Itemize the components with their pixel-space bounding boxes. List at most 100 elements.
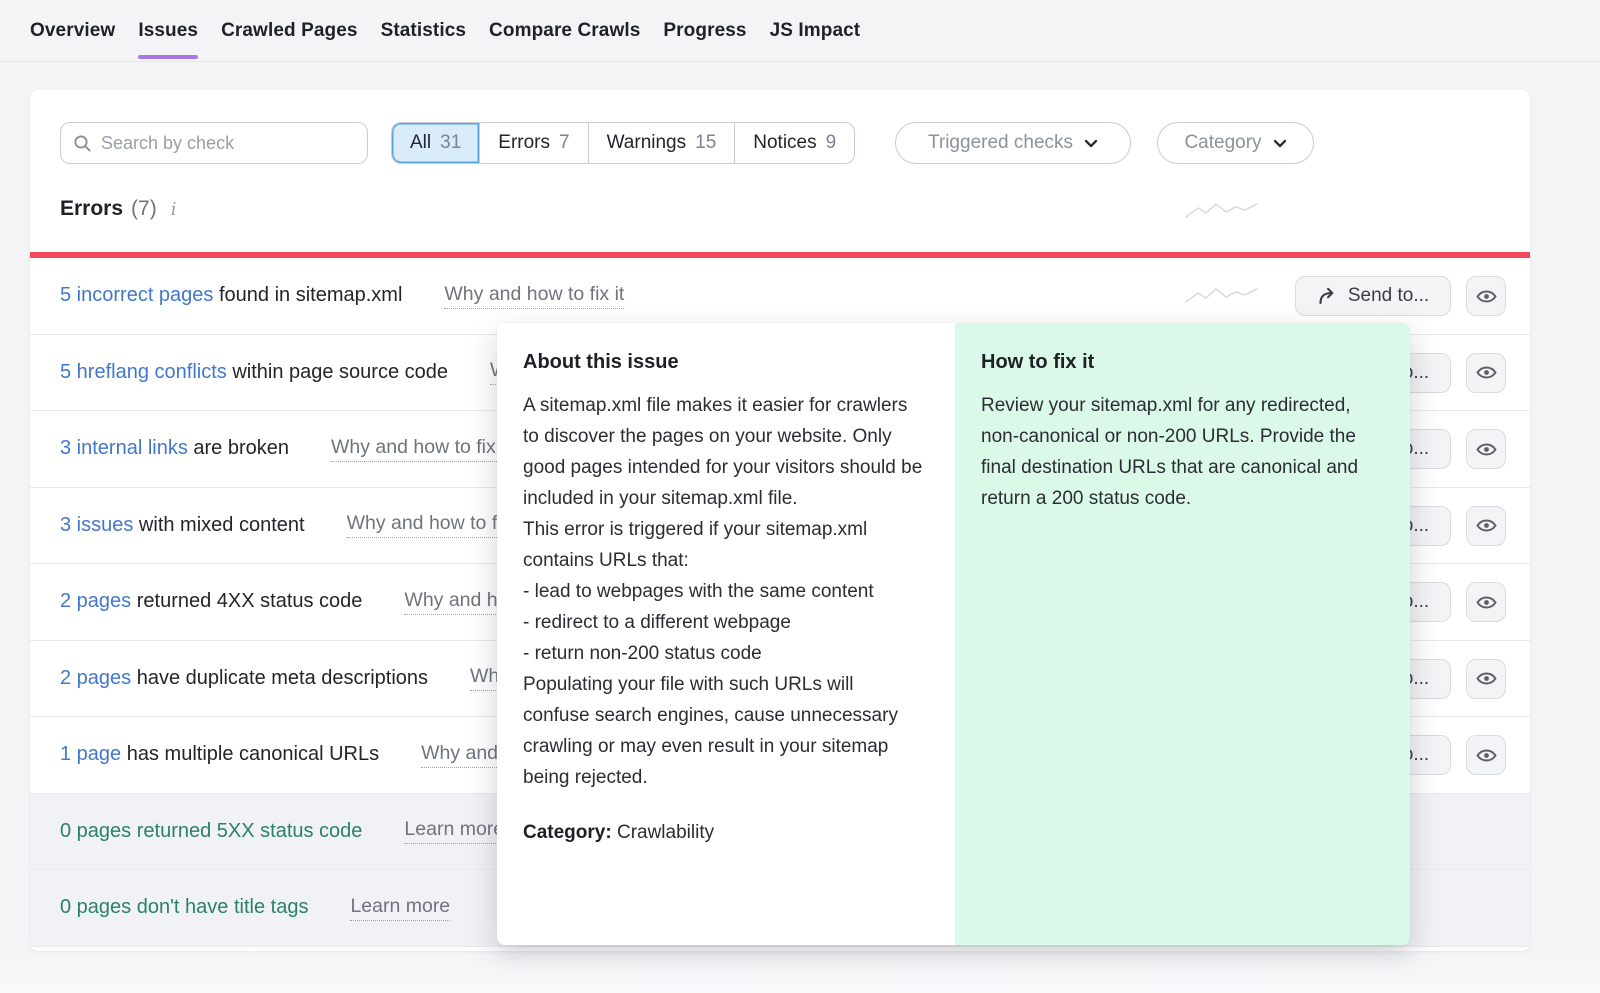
- issue-count-link[interactable]: 2 pages: [60, 590, 131, 612]
- filter-tab-errors[interactable]: Errors 7: [479, 123, 587, 163]
- nav-tab-issues[interactable]: Issues: [138, 0, 198, 62]
- top-nav-tabs: Overview Issues Crawled Pages Statistics…: [0, 0, 1600, 62]
- issue-text: 2 pages have duplicate meta descriptions: [60, 667, 428, 690]
- filter-tab-warnings[interactable]: Warnings 15: [588, 123, 735, 163]
- severity-filter-tabs: All 31 Errors 7 Warnings 15 Notices 9: [391, 122, 855, 164]
- issue-count-link[interactable]: 2 pages: [60, 667, 131, 689]
- issue-text: 5 hreflang conflicts within page source …: [60, 361, 448, 384]
- about-this-issue-panel: About this issue A sitemap.xml file make…: [497, 323, 955, 945]
- filter-count: 15: [695, 132, 716, 154]
- triggered-checks-dropdown[interactable]: Triggered checks: [895, 122, 1131, 164]
- info-icon[interactable]: i: [171, 199, 177, 220]
- why-how-to-fix-link[interactable]: Learn more: [350, 895, 450, 921]
- fix-title: How to fix it: [981, 351, 1384, 374]
- nav-tab-label: Issues: [138, 20, 198, 42]
- issue-description: returned 4XX status code: [131, 590, 362, 612]
- about-text: A sitemap.xml file makes it easier for c…: [523, 390, 925, 793]
- why-how-to-fix-link[interactable]: Learn more: [404, 818, 504, 844]
- issue-description: has multiple canonical URLs: [121, 743, 379, 765]
- issue-text: 5 incorrect pages found in sitemap.xml: [60, 284, 402, 307]
- issue-description: don't have title tags: [131, 896, 308, 918]
- category-label: Category: [1184, 132, 1261, 154]
- fix-text: Review your sitemap.xml for any redirect…: [981, 390, 1383, 514]
- nav-tab-overview[interactable]: Overview: [30, 0, 115, 62]
- category-dropdown[interactable]: Category: [1157, 122, 1314, 164]
- trend-sparkline-icon: [1185, 285, 1260, 307]
- category-label: Category:: [523, 822, 612, 843]
- trend-sparkline-icon: [1185, 200, 1260, 222]
- issue-count-link[interactable]: 3 internal links: [60, 437, 188, 459]
- nav-tab-label: Crawled Pages: [221, 20, 357, 42]
- filter-label: All: [410, 132, 431, 154]
- bottom-fade-overlay: [0, 948, 1600, 993]
- issue-description: have duplicate meta descriptions: [131, 667, 428, 689]
- filter-tab-notices[interactable]: Notices 9: [734, 123, 854, 163]
- nav-tab-crawled-pages[interactable]: Crawled Pages: [221, 0, 357, 62]
- search-input[interactable]: [101, 133, 355, 154]
- eye-button[interactable]: [1466, 735, 1506, 775]
- eye-icon: [1475, 438, 1498, 461]
- triggered-checks-label: Triggered checks: [928, 132, 1073, 154]
- about-title: About this issue: [523, 351, 929, 374]
- issue-description: found in sitemap.xml: [213, 284, 402, 306]
- issue-description: with mixed content: [133, 514, 304, 536]
- eye-icon: [1475, 591, 1498, 614]
- nav-tab-progress[interactable]: Progress: [663, 0, 746, 62]
- issue-count-link[interactable]: 5 hreflang conflicts: [60, 361, 227, 383]
- nav-tab-label: Overview: [30, 20, 115, 42]
- eye-icon: [1475, 667, 1498, 690]
- search-icon: [73, 134, 92, 153]
- section-count: (7): [131, 197, 157, 221]
- issue-text: 2 pages returned 4XX status code: [60, 590, 362, 613]
- chevron-down-icon: [1273, 139, 1287, 148]
- issue-text: 3 internal links are broken: [60, 437, 289, 460]
- active-tab-underline: [138, 55, 198, 59]
- eye-icon: [1475, 361, 1498, 384]
- chevron-down-icon: [1084, 139, 1098, 148]
- filter-label: Warnings: [607, 132, 687, 154]
- search-by-check-field[interactable]: [60, 122, 368, 164]
- section-title: Errors: [60, 197, 123, 221]
- nav-tab-label: Compare Crawls: [489, 20, 640, 42]
- filter-count: 7: [559, 132, 570, 154]
- send-to-label: Send to...: [1348, 285, 1429, 307]
- eye-icon: [1475, 514, 1498, 537]
- nav-tab-label: JS Impact: [770, 20, 861, 42]
- issue-description: within page source code: [227, 361, 448, 383]
- filter-label: Errors: [498, 132, 550, 154]
- eye-button[interactable]: [1466, 353, 1506, 393]
- filter-label: Notices: [753, 132, 816, 154]
- why-how-to-fix-link[interactable]: Why and how to fix it: [444, 283, 624, 309]
- nav-tab-statistics[interactable]: Statistics: [381, 0, 466, 62]
- send-to-button[interactable]: Send to...: [1295, 276, 1451, 316]
- issue-count-link[interactable]: 1 page: [60, 743, 121, 765]
- nav-tab-label: Statistics: [381, 20, 466, 42]
- eye-button[interactable]: [1466, 659, 1506, 699]
- issue-text: 3 issues with mixed content: [60, 514, 305, 537]
- issue-text: 0 pages returned 5XX status code: [60, 820, 362, 843]
- nav-tab-compare-crawls[interactable]: Compare Crawls: [489, 0, 640, 62]
- how-to-fix-panel: How to fix it Review your sitemap.xml fo…: [955, 323, 1410, 945]
- nav-tab-label: Progress: [663, 20, 746, 42]
- eye-button[interactable]: [1466, 429, 1506, 469]
- filter-count: 31: [440, 132, 461, 154]
- issue-category-line: Category: Crawlability: [523, 822, 929, 844]
- filter-tab-all[interactable]: All 31: [392, 123, 479, 163]
- eye-icon: [1475, 285, 1498, 308]
- eye-button[interactable]: [1466, 506, 1506, 546]
- issue-count-link[interactable]: 3 issues: [60, 514, 133, 536]
- eye-button[interactable]: [1466, 582, 1506, 622]
- filter-count: 9: [826, 132, 837, 154]
- issue-description: are broken: [188, 437, 289, 459]
- issue-count-link[interactable]: 0 pages: [60, 820, 131, 842]
- eye-icon: [1475, 744, 1498, 767]
- issue-count-link[interactable]: 0 pages: [60, 896, 131, 918]
- why-how-to-fix-link[interactable]: Why and how to fix it: [331, 436, 511, 462]
- issue-count-link[interactable]: 5 incorrect pages: [60, 284, 213, 306]
- category-value-text: Crawlability: [617, 822, 714, 843]
- issue-description: returned 5XX status code: [131, 820, 362, 842]
- share-arrow-icon: [1317, 286, 1339, 306]
- nav-tab-js-impact[interactable]: JS Impact: [770, 0, 861, 62]
- eye-button[interactable]: [1466, 276, 1506, 316]
- issue-details-popup: About this issue A sitemap.xml file make…: [497, 323, 1410, 945]
